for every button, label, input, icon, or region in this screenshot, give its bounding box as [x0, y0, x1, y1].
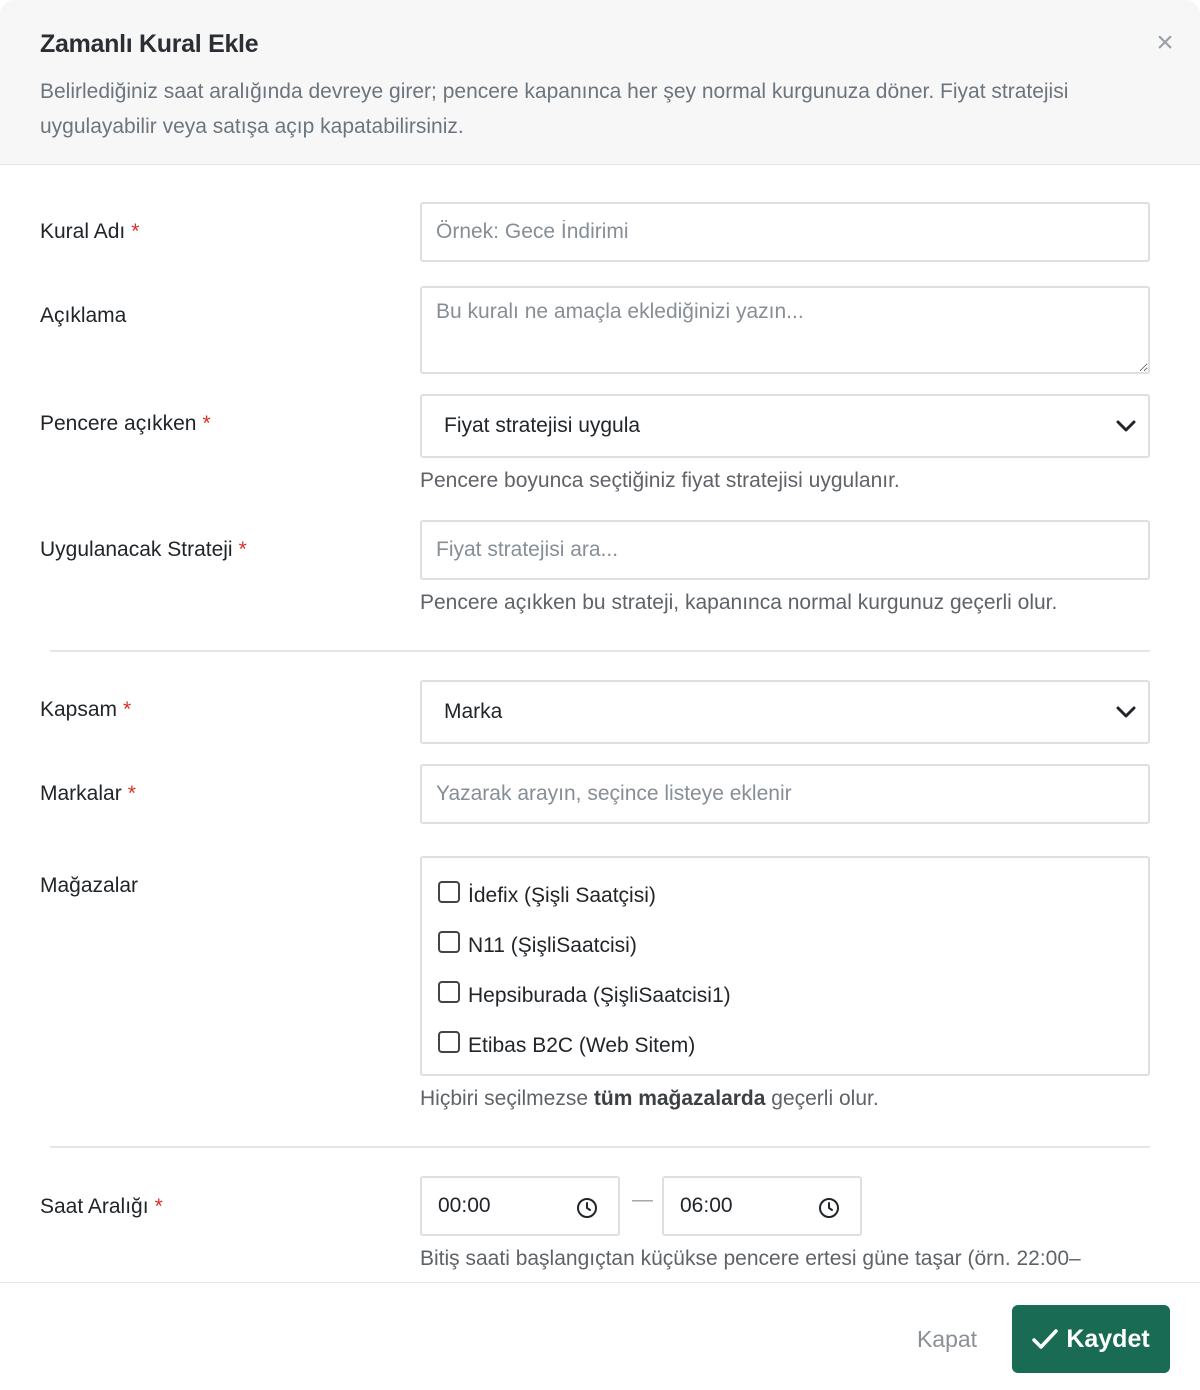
store-item-hepsiburada[interactable]: Hepsiburada (ŞişliSaatcisi1) — [438, 981, 731, 1008]
required-mark: * — [123, 698, 132, 721]
rule-name-label: Kural Adı * — [40, 220, 139, 244]
check-icon — [1032, 1329, 1059, 1349]
end-time-value: 06:00 — [680, 1194, 733, 1217]
store-item-n11[interactable]: N11 (ŞişliSaatcisi) — [438, 931, 637, 958]
end-time-input[interactable]: 06:00 — [662, 1176, 862, 1236]
chevron-down-icon — [1116, 413, 1136, 439]
scope-label: Kapsam * — [40, 698, 131, 722]
modal-footer: Kapat Kaydet — [0, 1282, 1200, 1390]
store-checkbox[interactable] — [438, 1031, 460, 1053]
window-open-selected-value: Fiyat stratejisi uygula — [444, 414, 641, 437]
start-time-input[interactable]: 00:00 — [420, 1176, 620, 1236]
scope-label-text: Kapsam — [40, 698, 118, 721]
section-divider — [50, 650, 1150, 652]
required-mark: * — [202, 412, 211, 435]
strategy-label-text: Uygulanacak Strateji — [40, 538, 233, 561]
store-item-idefix[interactable]: İdefix (Şişli Saatçisi) — [438, 881, 656, 908]
store-checkbox[interactable] — [438, 981, 460, 1003]
stores-list: İdefix (Şişli Saatçisi) N11 (ŞişliSaatci… — [420, 856, 1150, 1076]
close-button[interactable]: Kapat — [895, 1319, 999, 1359]
time-range-label-text: Saat Aralığı — [40, 1195, 149, 1218]
brands-search-input[interactable] — [420, 764, 1150, 824]
brands-label-text: Markalar — [40, 782, 122, 805]
required-mark: * — [131, 220, 140, 243]
stores-help-prefix: Hiçbiri seçilmezse — [420, 1087, 594, 1110]
store-item-label: N11 (ŞişliSaatcisi) — [468, 934, 637, 957]
time-range-label: Saat Aralığı * — [40, 1195, 163, 1219]
clock-icon[interactable] — [818, 1197, 840, 1225]
modal-dialog: Zamanlı Kural Ekle Belirlediğiniz saat a… — [0, 0, 1200, 1390]
save-button[interactable]: Kaydet — [1012, 1305, 1170, 1373]
time-range-help: Bitiş saati başlangıçtan küçükse pencere… — [420, 1247, 1081, 1270]
stores-help-suffix: geçerli olur. — [765, 1087, 879, 1110]
store-item-etibas[interactable]: Etibas B2C (Web Sitem) — [438, 1031, 696, 1058]
strategy-help: Pencere açıkken bu strateji, kapanınca n… — [420, 591, 1058, 614]
brands-label: Markalar * — [40, 782, 136, 806]
modal-subtitle: Belirlediğiniz saat aralığında devreye g… — [40, 80, 1069, 138]
modal-body: Kural Adı* Açıklama Pencere açıkken* Fiy… — [0, 166, 1200, 1282]
window-open-label-text: Pencere açıkken — [40, 412, 197, 435]
description-textarea[interactable] — [420, 286, 1150, 374]
scope-selected-value: Marka — [444, 700, 503, 723]
stores-help: Hiçbiri seçilmezse tüm mağazalarda geçer… — [420, 1087, 879, 1111]
time-separator: — — [632, 1188, 653, 1211]
store-item-label: Etibas B2C (Web Sitem) — [468, 1034, 696, 1057]
section-divider — [50, 1146, 1150, 1148]
close-icon[interactable]: × — [1150, 28, 1180, 58]
window-open-label: Pencere açıkken * — [40, 412, 211, 436]
stores-label: Mağazalar — [40, 874, 139, 897]
save-button-label: Kaydet — [1066, 1324, 1150, 1353]
store-checkbox[interactable] — [438, 881, 460, 903]
stores-help-bold: tüm mağazalarda — [593, 1087, 766, 1110]
window-open-select[interactable]: Fiyat stratejisi uygula — [420, 394, 1150, 458]
description-label: Açıklama — [40, 304, 127, 327]
scope-select[interactable]: Marka — [420, 680, 1150, 744]
rule-name-label-text: Kural Adı — [40, 220, 126, 243]
modal-title: Zamanlı Kural Ekle — [40, 30, 259, 58]
required-mark: * — [238, 538, 247, 561]
strategy-search-input[interactable] — [420, 520, 1150, 580]
chevron-down-icon — [1116, 699, 1136, 725]
rule-name-input[interactable] — [420, 202, 1150, 262]
start-time-value: 00:00 — [438, 1194, 491, 1217]
window-open-help: Pencere boyunca seçtiğiniz fiyat stratej… — [420, 469, 900, 492]
store-item-label: İdefix (Şişli Saatçisi) — [468, 884, 656, 907]
modal-header: Zamanlı Kural Ekle Belirlediğiniz saat a… — [0, 0, 1200, 165]
required-mark: * — [154, 1195, 163, 1218]
store-item-label: Hepsiburada (ŞişliSaatcisi1) — [468, 984, 731, 1007]
clock-icon[interactable] — [576, 1197, 598, 1225]
strategy-label: Uygulanacak Strateji * — [40, 538, 247, 562]
store-checkbox[interactable] — [438, 931, 460, 953]
required-mark: * — [127, 782, 136, 805]
